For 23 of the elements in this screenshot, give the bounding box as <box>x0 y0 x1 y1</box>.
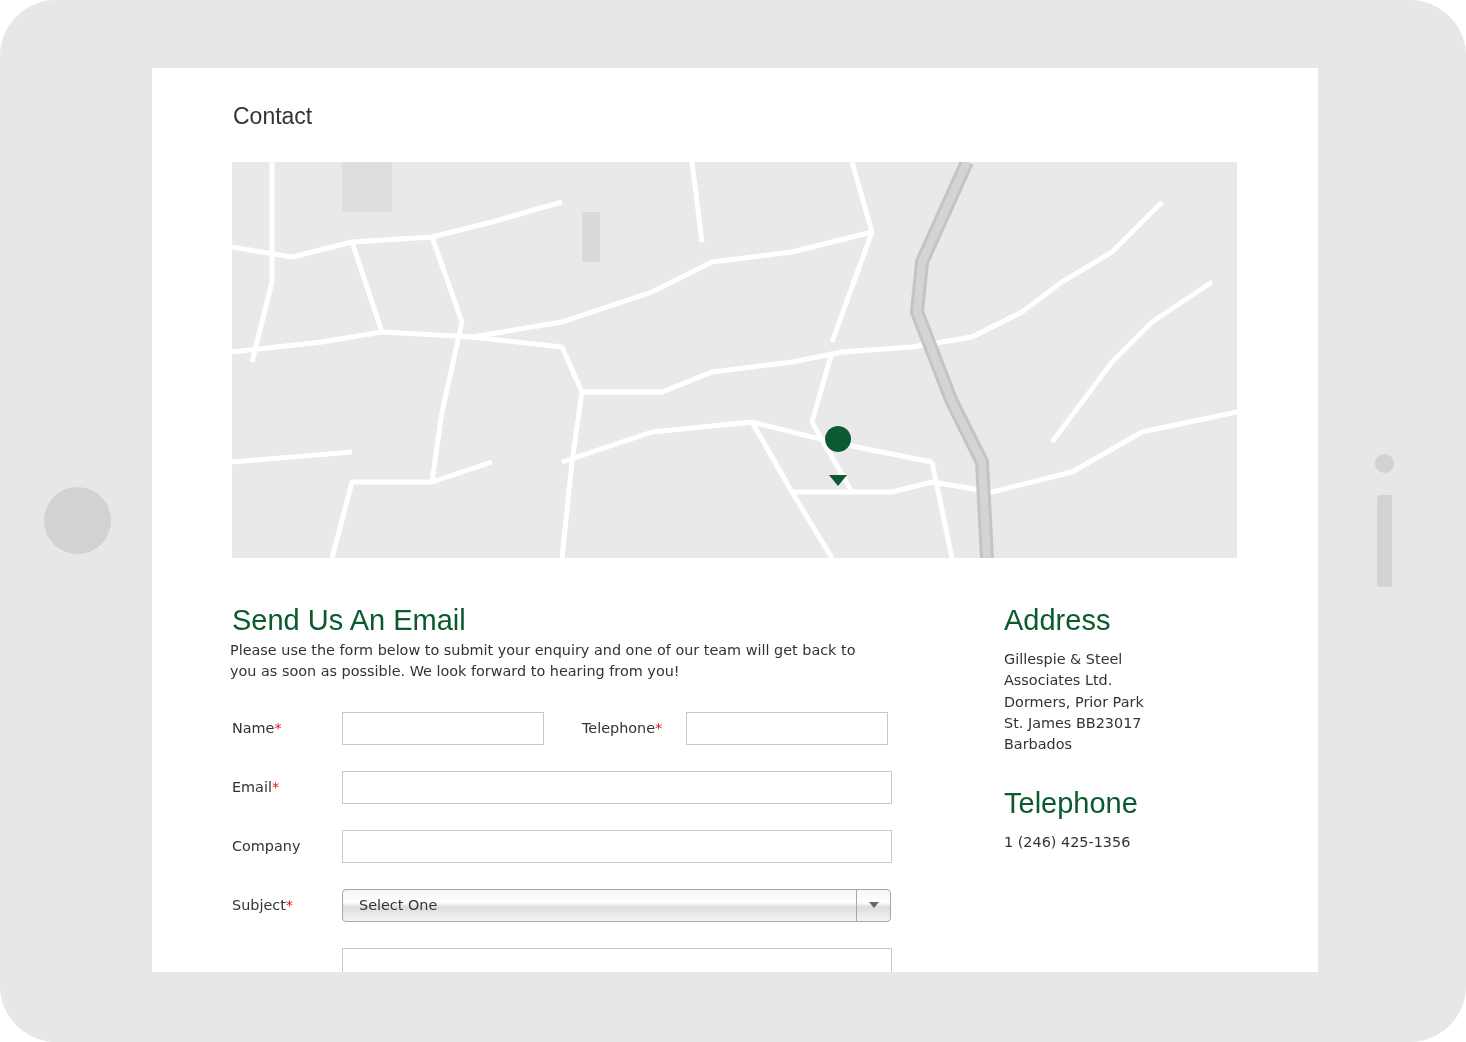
form-intro: Please use the form below to submit your enquiry and one of our team will get back to you as soon as possible. We look forward to hearing from you! <box>230 641 857 681</box>
caret-icon <box>868 902 879 908</box>
phone-number: 1 (246) 425-1356 <box>1004 833 1132 853</box>
address-line: St. James BB23017 <box>1004 713 1143 733</box>
field-label: Name* <box>232 720 283 736</box>
input-field[interactable] <box>342 829 892 863</box>
form-heading: Send Us An Email <box>232 603 467 638</box>
field-label: Company <box>232 838 302 854</box>
address-line: Gillespie & Steel <box>1004 650 1124 669</box>
field-label: Email* <box>232 779 281 795</box>
field-label: Telephone* <box>582 720 663 736</box>
telephone-heading: Telephone <box>1004 786 1139 822</box>
field-label: Subject* <box>232 897 294 913</box>
input-field[interactable] <box>342 947 892 972</box>
address-line: Barbados <box>1004 735 1073 755</box>
address-line: Dormers, Prior Park <box>1004 692 1145 712</box>
input-field[interactable] <box>342 711 544 745</box>
input-field[interactable] <box>342 770 892 804</box>
input-field[interactable] <box>686 711 889 745</box>
address-line: Associates Ltd. <box>1004 671 1114 691</box>
select-field[interactable]: Select One <box>342 888 891 922</box>
address-heading: Address <box>1004 603 1112 638</box>
page-title: Contact <box>233 102 314 130</box>
